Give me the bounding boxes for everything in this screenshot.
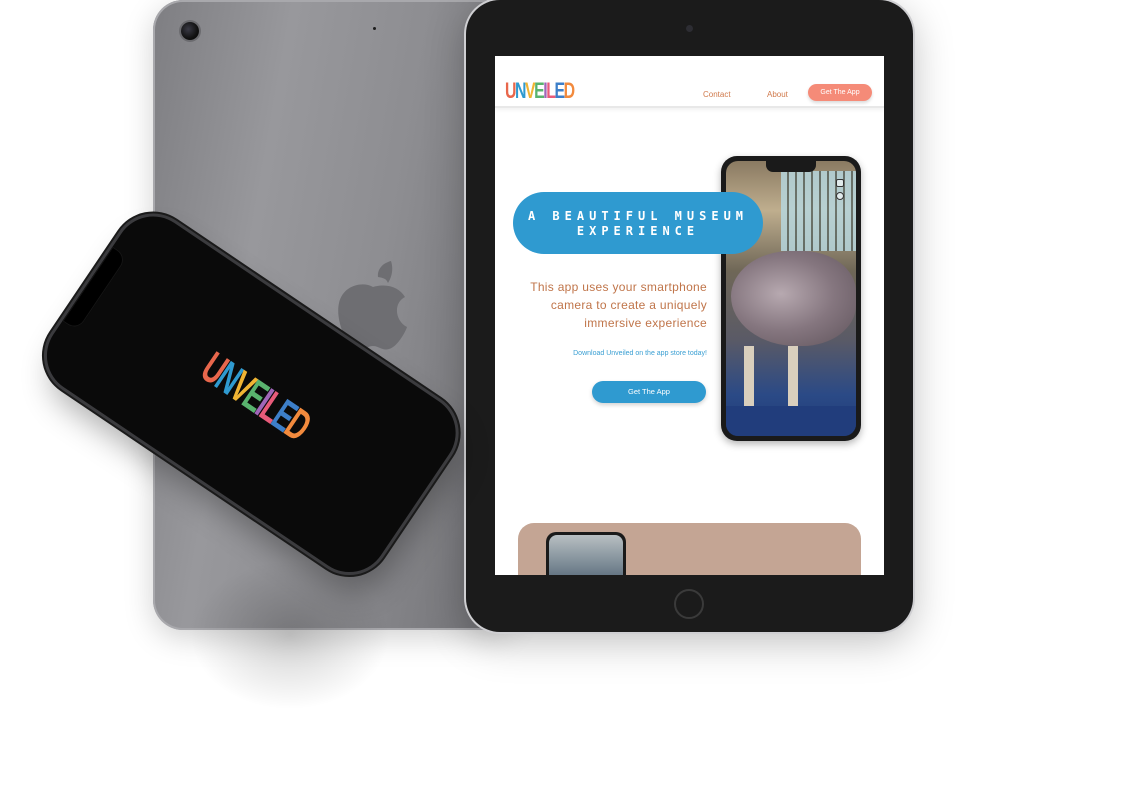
map-icon[interactable] — [836, 179, 844, 187]
hero-headline-line1: A BEAUTIFUL MUSEUM — [527, 209, 749, 223]
iphone-notch — [62, 246, 128, 332]
ipad-front-device: UNVEILED Contact About Get The App A BEA… — [466, 0, 913, 632]
nav-about-link[interactable]: About — [767, 90, 788, 99]
download-note: Download Unveiled on the app store today… — [573, 350, 707, 357]
hero-headline-line2: EXPERIENCE — [576, 224, 700, 238]
hero-description-line3: immersive experience — [584, 316, 707, 330]
hero-description: This app uses your smartphone camera to … — [517, 278, 707, 332]
ipad-screen: UNVEILED Contact About Get The App A BEA… — [495, 56, 884, 575]
site-logo[interactable]: UNVEILED — [505, 80, 575, 102]
front-camera — [686, 25, 693, 32]
splash-logo: UNVEILED — [192, 343, 318, 450]
hero-description-line2: camera to create a uniquely — [550, 298, 707, 312]
feature-phone-image — [549, 535, 623, 575]
nav-contact-link[interactable]: Contact — [703, 90, 731, 99]
whale-image — [731, 251, 856, 346]
feature-phone-preview — [546, 532, 626, 575]
nav-get-app-button[interactable]: Get The App — [808, 84, 872, 101]
skylight-image — [781, 171, 856, 251]
feature-section — [518, 523, 861, 575]
site-header: UNVEILED Contact About Get The App — [495, 56, 884, 108]
hero-headline: A BEAUTIFUL MUSEUM EXPERIENCE — [513, 192, 763, 254]
phone-notch — [766, 161, 816, 172]
floor-image — [726, 406, 856, 436]
hero-get-app-button[interactable]: Get The App — [592, 381, 706, 403]
microphone — [373, 27, 376, 30]
hero-description-line1: This app uses your smartphone — [530, 280, 707, 294]
rear-camera — [181, 22, 199, 40]
home-button[interactable] — [674, 589, 704, 619]
compass-icon[interactable] — [836, 192, 844, 200]
